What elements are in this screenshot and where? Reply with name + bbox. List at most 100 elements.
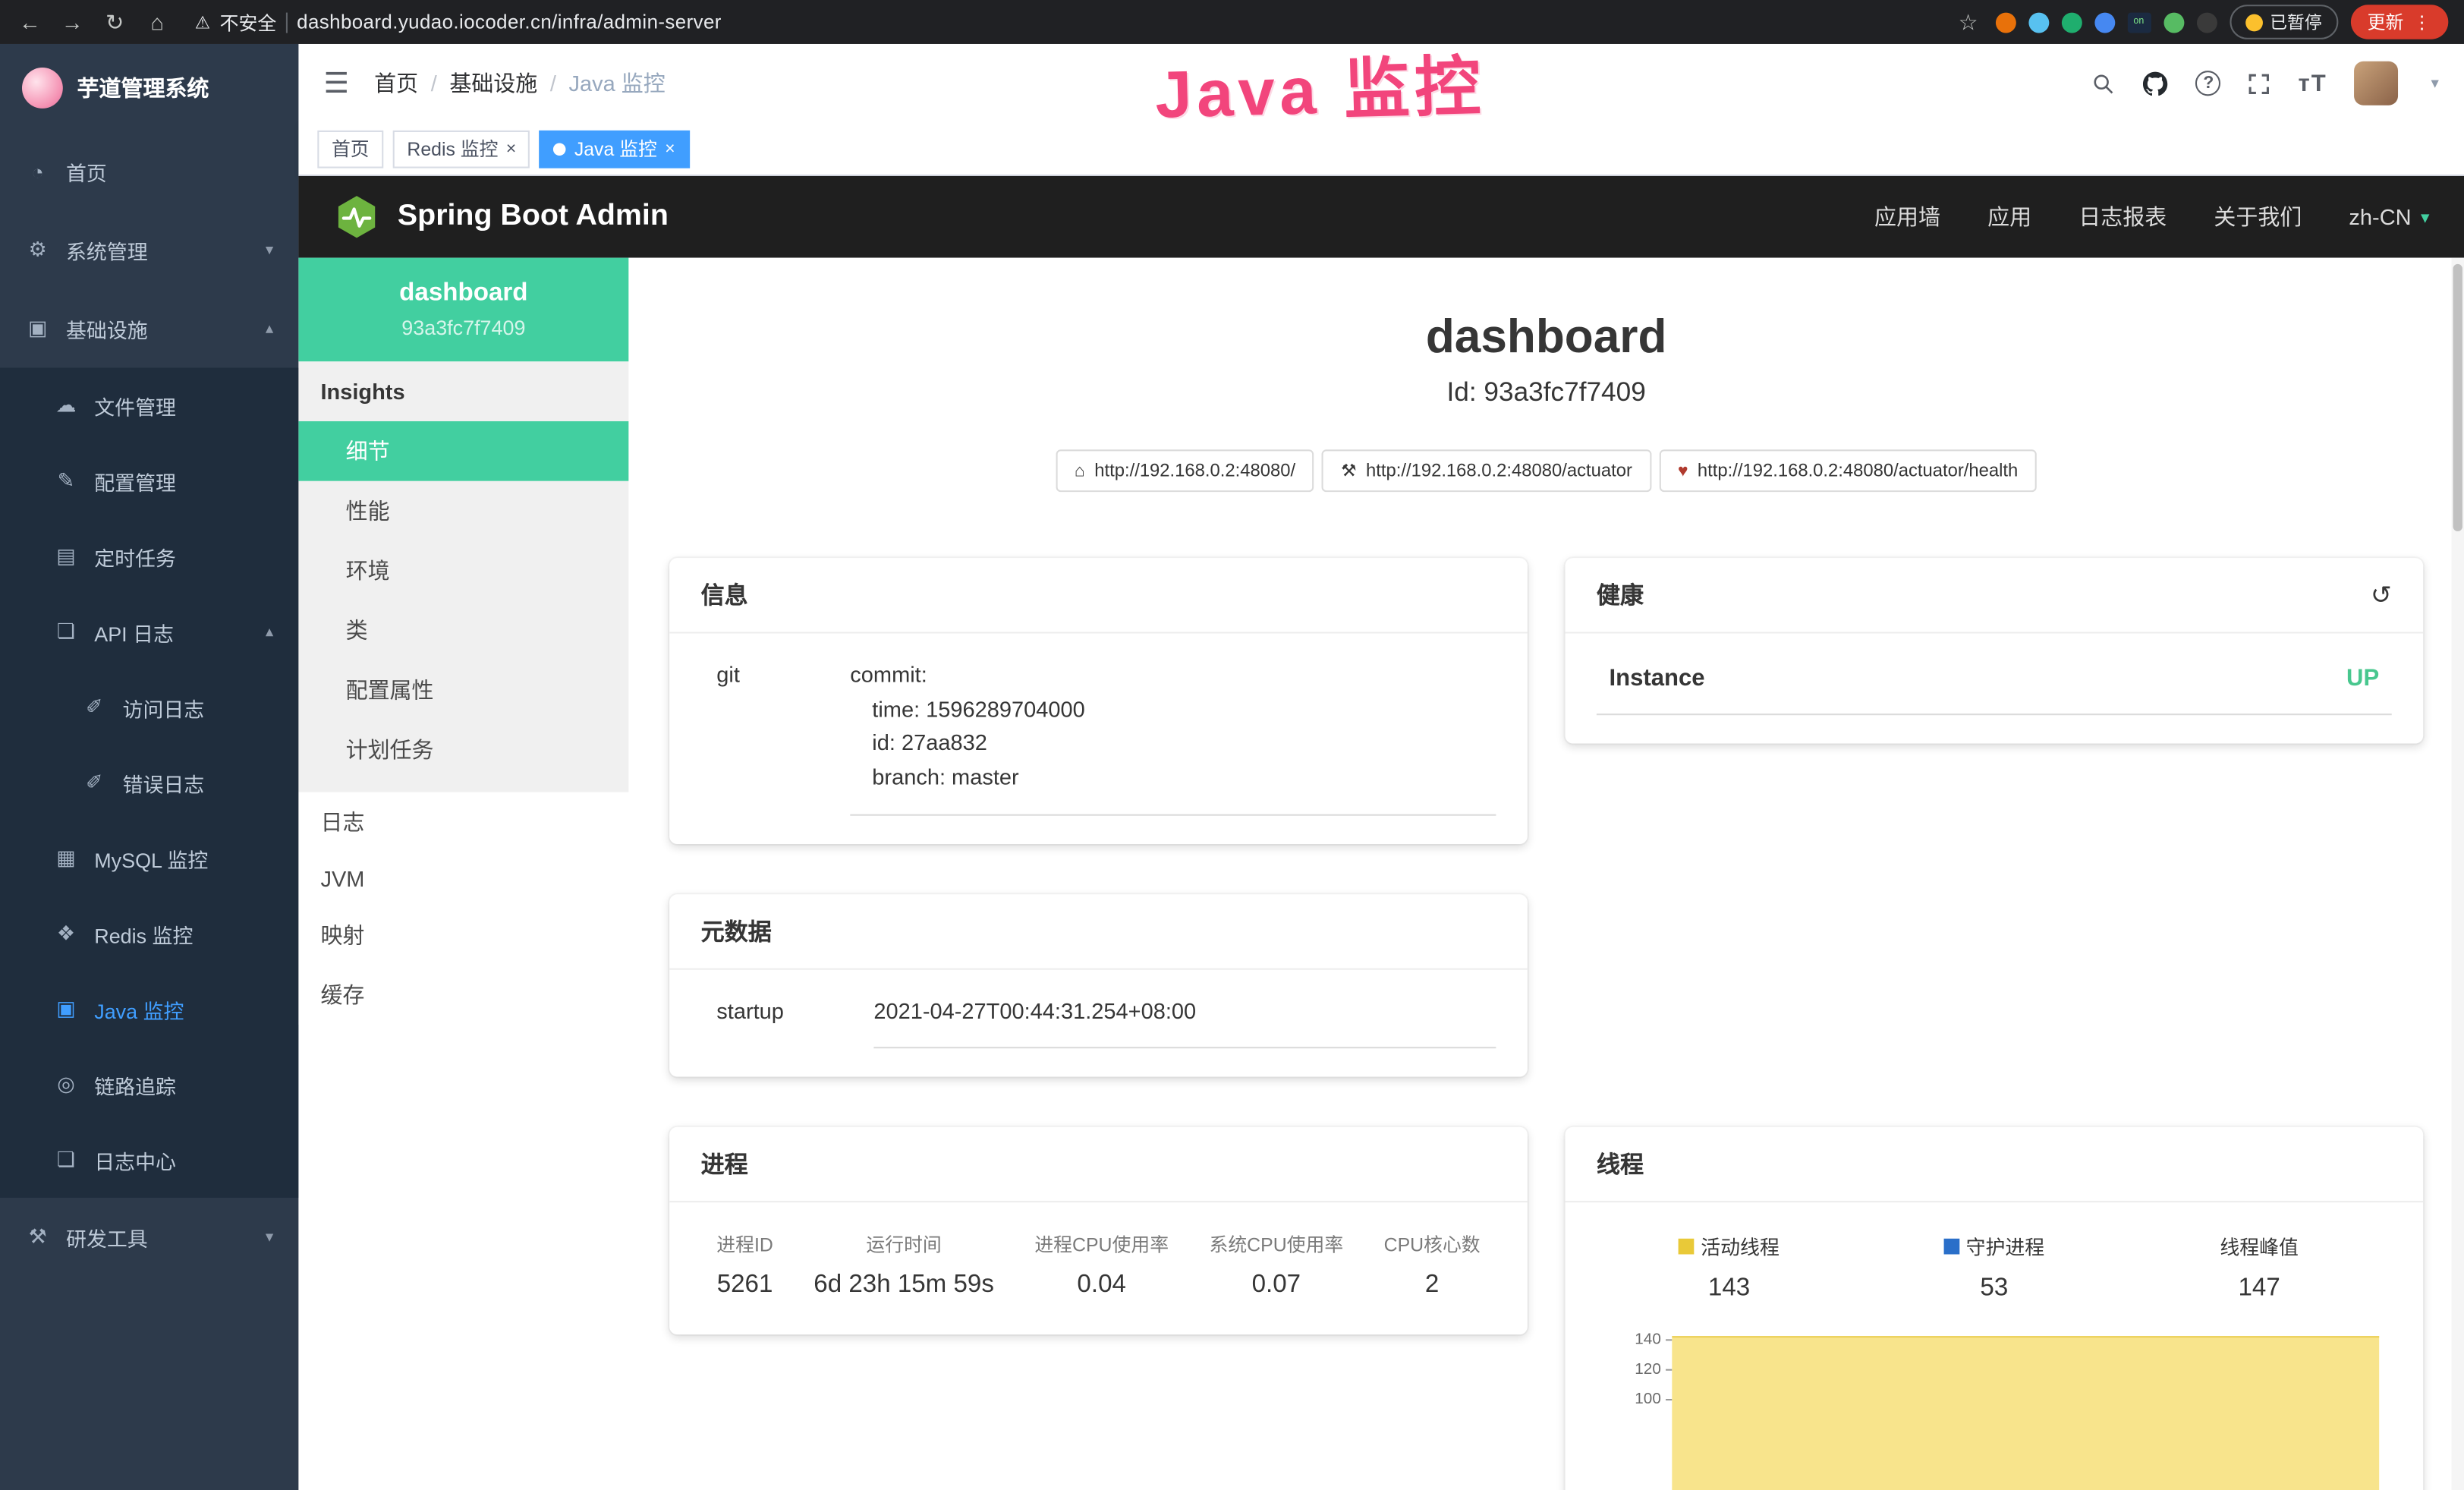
process-card-title: 进程 [701,1148,748,1181]
sba-nav-journal[interactable]: 日志报表 [2079,201,2167,232]
search-icon[interactable] [2092,71,2116,95]
user-avatar[interactable] [2354,61,2398,106]
actuator-url-button[interactable]: ⚒ http://192.168.0.2:48080/actuator [1322,449,1651,492]
sidebar-item-error-logs[interactable]: ✐ 错误日志 [0,745,298,821]
back-icon[interactable]: ← [16,9,44,34]
more-menu-icon[interactable]: ⋮ [2413,11,2431,33]
sidebar-item-label: MySQL 监控 [94,843,208,873]
sba-item-details[interactable]: 细节 [298,421,628,481]
sidebar-item-tracing[interactable]: ◎ 链路追踪 [0,1047,298,1122]
address-bar[interactable]: ⚠ 不安全 dashboard.yudao.iocoder.cn/infra/a… [195,8,722,35]
scrollbar-thumb[interactable] [2453,264,2462,531]
close-icon[interactable]: × [506,139,516,158]
breadcrumb-home[interactable]: 首页 [374,68,418,99]
sidebar-item-label: Java 监控 [94,994,184,1024]
extension-icon-drop[interactable] [2028,12,2048,33]
active-dot [554,142,567,155]
extension-icon-orange[interactable] [1995,12,2016,33]
extension-icon-green[interactable] [2061,12,2082,33]
sba-item-jvm[interactable]: JVM [298,852,628,905]
sba-item-metrics[interactable]: 性能 [298,481,628,541]
avatar-caret-icon[interactable]: ▾ [2431,74,2438,92]
history-icon[interactable]: ↺ [2371,579,2392,610]
extension-icon-puzzle[interactable] [2196,12,2217,33]
scrollbar[interactable] [2451,258,2464,1490]
home-icon[interactable]: ⌂ [143,9,171,34]
update-button[interactable]: 更新 ⋮ [2350,5,2448,39]
sidebar-item-dev-tools[interactable]: ⚒ 研发工具 ▾ [0,1198,298,1277]
sidebar-item-redis-monitor[interactable]: ❖ Redis 监控 [0,896,298,971]
sba-item-mappings[interactable]: 映射 [298,906,628,966]
fullscreen-icon[interactable] [2248,71,2271,95]
heart-icon: ♥ [1678,461,1688,480]
metric-label: 进程ID [716,1231,773,1258]
chart-y-axis: 140 120 100 [1616,1326,1673,1490]
sidebar-item-mysql-monitor[interactable]: ▦ MySQL 监控 [0,821,298,896]
help-icon[interactable]: ? [2196,71,2221,96]
tab-java-monitor[interactable]: Java 监控 × [540,130,689,168]
sidebar-item-config-mgmt[interactable]: ✎ 配置管理 [0,443,298,518]
forward-icon[interactable]: → [58,9,87,34]
reload-icon[interactable]: ↻ [101,8,129,35]
sba-brand[interactable]: Spring Boot Admin [333,194,669,241]
sidebar-item-label: 基础设施 [66,313,148,343]
info-value: commit: time: 1596289704000 id: 27aa832 … [850,659,1496,816]
health-instance-row[interactable]: Instance UP [1597,659,2392,716]
sba-item-scheduled-tasks[interactable]: 计划任务 [298,720,628,780]
extension-icon-on[interactable]: on [2127,12,2151,33]
extension-icon-leaf[interactable] [2163,12,2183,33]
sidebar-item-api-logs[interactable]: ❏ API 日志 ▴ [0,594,298,669]
sidebar-item-home[interactable]: ◔ 首页 [0,132,298,211]
health-card-header: 健康 ↺ [1566,558,2424,633]
legend-value: 143 [1597,1275,1861,1303]
sba-item-logs[interactable]: 日志 [298,792,628,852]
sba-item-classes[interactable]: 类 [298,600,628,660]
sba-nav-about[interactable]: 关于我们 [2214,201,2302,232]
eye-icon: ◎ [53,1072,78,1097]
sidebar-item-java-monitor[interactable]: ▣ Java 监控 [0,972,298,1047]
health-url-button[interactable]: ♥ http://192.168.0.2:48080/actuator/heal… [1659,449,2037,492]
gear-icon: ⚙ [25,238,50,263]
instance-id: 93a3fc7f7409 [311,316,616,339]
bookmark-star-icon[interactable]: ☆ [1954,8,1982,35]
edit-icon: ✎ [53,468,78,493]
sidebar-item-label: 研发工具 [66,1222,148,1252]
sidebar-item-system-mgmt[interactable]: ⚙ 系统管理 ▾ [0,210,298,289]
document-icon: ❏ [53,619,78,644]
sba-language-label: zh-CN [2349,204,2411,229]
grid-icon: ▦ [53,846,78,871]
sba-nav-applications[interactable]: 应用 [1987,201,2031,232]
sba-item-config-props[interactable]: 配置属性 [298,660,628,720]
y-tick: 100 [1616,1385,1673,1415]
sidebar-item-label: 配置管理 [94,466,176,496]
sidebar-item-log-center[interactable]: ❏ 日志中心 [0,1123,298,1198]
tab-redis-monitor[interactable]: Redis 监控 × [393,130,530,168]
sidebar-item-scheduled-jobs[interactable]: ▤ 定时任务 [0,518,298,594]
close-icon[interactable]: × [665,139,675,158]
extension-icon-grid[interactable] [2094,12,2114,33]
paused-badge[interactable]: 已暂停 [2229,5,2337,39]
breadcrumb-infrastructure[interactable]: 基础设施 [449,68,537,99]
url-text[interactable]: dashboard.yudao.iocoder.cn/infra/admin-s… [297,11,722,33]
sba-item-caches[interactable]: 缓存 [298,965,628,1025]
legend-label: 守护进程 [1966,1231,2045,1261]
sidebar-item-infrastructure[interactable]: ▣ 基础设施 ▴ [0,289,298,368]
sba-nav-wallboard[interactable]: 应用墙 [1874,201,1940,232]
instance-header[interactable]: dashboard 93a3fc7f7409 [298,258,628,362]
font-size-icon[interactable]: тT [2298,70,2327,96]
legend-label: 线程峰值 [2220,1231,2299,1261]
security-label[interactable]: 不安全 [220,8,277,35]
tab-home[interactable]: 首页 [317,130,383,168]
metadata-card-header: 元数据 [669,894,1528,969]
github-icon[interactable] [2142,70,2169,96]
app-logo-row[interactable]: 芋道管理系统 [0,44,298,132]
y-tick: 120 [1616,1356,1673,1385]
sidebar-item-file-mgmt[interactable]: ☁ 文件管理 [0,368,298,443]
service-url-button[interactable]: ⌂ http://192.168.0.2:48080/ [1056,449,1314,492]
breadcrumb-separator: / [550,71,556,96]
sba-language-select[interactable]: zh-CN ▾ [2349,204,2429,229]
monitor-icon: ▣ [53,997,78,1022]
hamburger-icon[interactable]: ☰ [324,67,349,99]
sba-item-environment[interactable]: 环境 [298,540,628,600]
sidebar-item-access-logs[interactable]: ✐ 访问日志 [0,669,298,745]
